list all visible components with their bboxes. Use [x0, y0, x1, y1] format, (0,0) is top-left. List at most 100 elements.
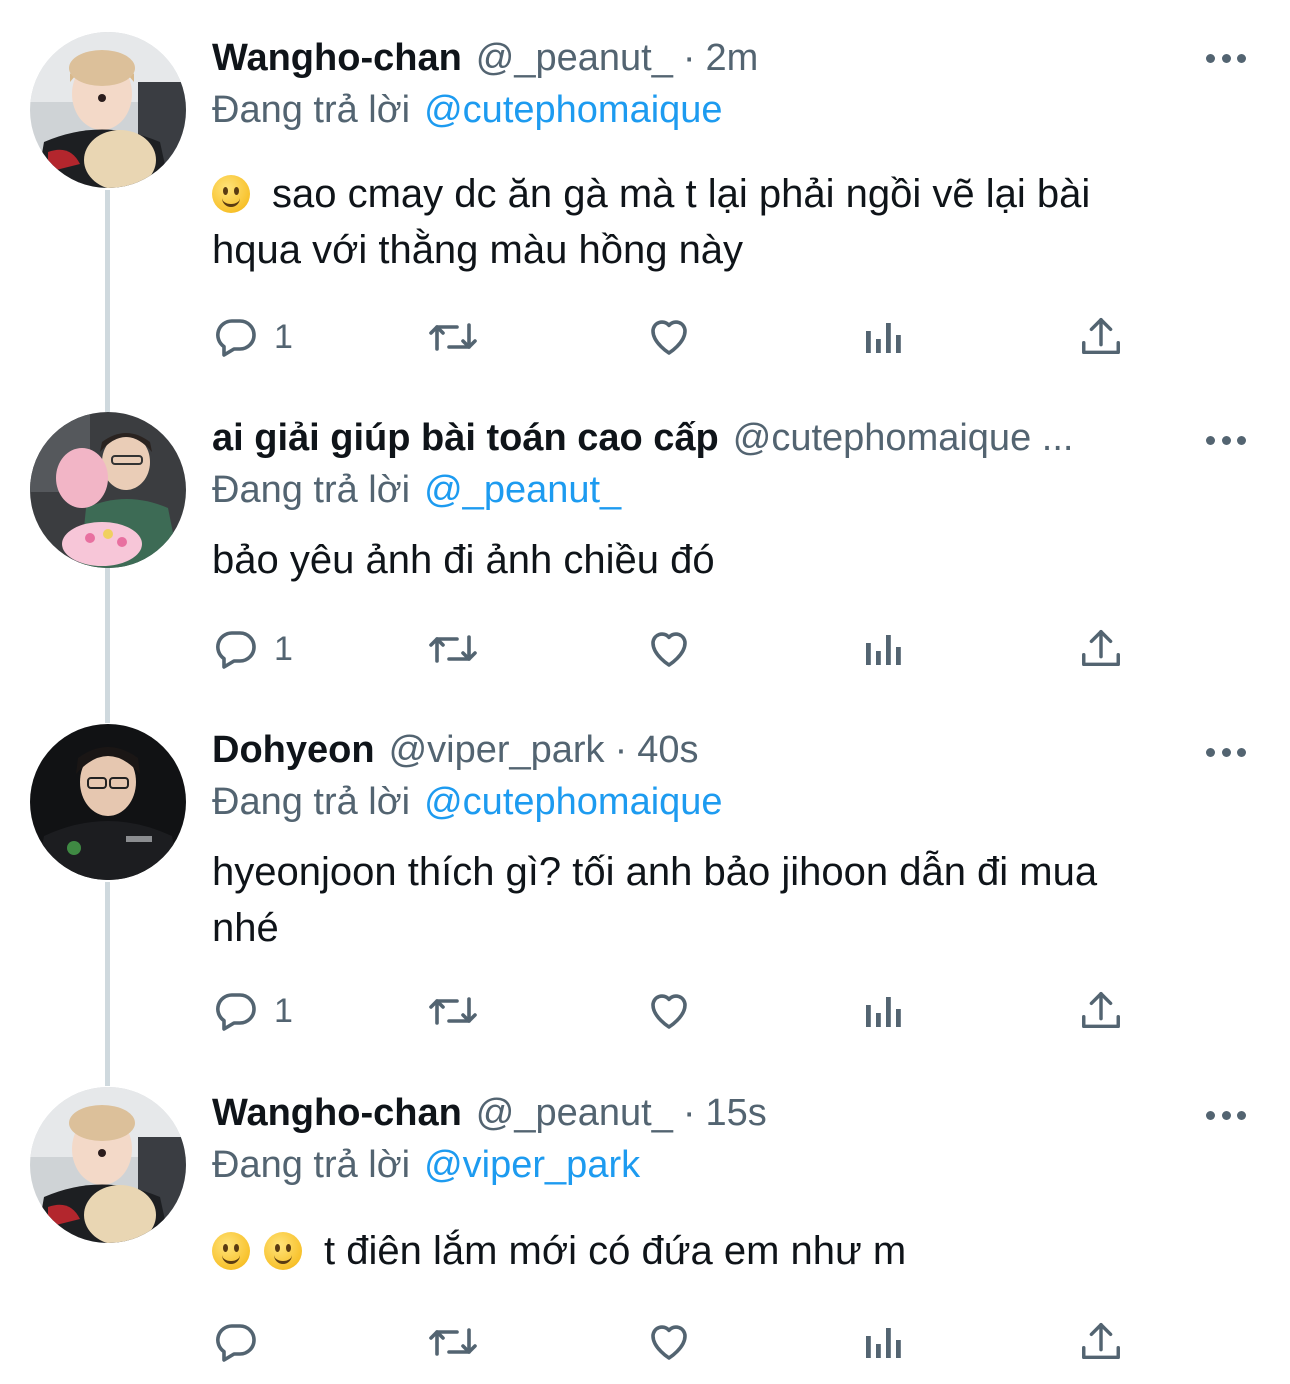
tweet[interactable]: Wangho-chan @_peanut_ · 15s Đang trả lời…	[0, 1065, 1290, 1384]
reply-button[interactable]: 1	[212, 624, 293, 674]
analytics-button[interactable]	[862, 986, 906, 1036]
tweet-header: Wangho-chan @_peanut_ · 15s	[212, 1089, 1242, 1137]
replying-label: Đang trả lời	[212, 1144, 411, 1186]
reply-count: 1	[274, 629, 293, 668]
bar-chart-icon	[866, 1328, 901, 1358]
bar-chart-icon	[866, 997, 901, 1027]
tweet-header: Wangho-chan @_peanut_ · 2m	[212, 34, 1242, 82]
tweet-text: hyeonjoon thích gì? tối anh bảo jihoon d…	[212, 844, 1212, 956]
user-handle[interactable]: @_peanut_	[476, 1089, 673, 1137]
avatar[interactable]	[30, 32, 186, 188]
more-options-icon[interactable]	[1206, 1109, 1246, 1121]
avatar[interactable]	[30, 412, 186, 568]
bar-chart-icon	[866, 635, 901, 665]
reply-button[interactable]	[212, 1317, 274, 1367]
more-options-icon[interactable]	[1206, 434, 1246, 446]
heart-outline-icon	[651, 1325, 687, 1360]
timestamp[interactable]: 40s	[637, 726, 698, 774]
bar-chart-icon	[866, 323, 901, 353]
like-button[interactable]	[644, 1317, 694, 1367]
display-name[interactable]: ai giải giúp bài toán cao cấp	[212, 414, 719, 462]
reply-button[interactable]: 1	[212, 986, 293, 1036]
mention-link[interactable]: @cutephomaique	[424, 781, 722, 823]
retweet-button[interactable]	[426, 986, 480, 1036]
reply-button[interactable]: 1	[212, 312, 293, 362]
share-upload-icon	[1082, 318, 1120, 355]
text-line: bảo yêu ảnh đi ảnh chiều đó	[212, 538, 715, 582]
tweet[interactable]: Wangho-chan @_peanut_ · 2m Đang trả lời @…	[0, 0, 1290, 390]
replying-to: Đang trả lời @viper_park	[212, 1141, 640, 1189]
timestamp[interactable]: 2m	[706, 34, 759, 82]
share-upload-icon	[1082, 992, 1120, 1029]
text-line: t điên lắm mới có đứa em như m	[324, 1229, 907, 1273]
tweet-text: t điên lắm mới có đứa em như m	[212, 1223, 1212, 1279]
replying-label: Đang trả lời	[212, 89, 411, 131]
more-options-icon[interactable]	[1206, 52, 1246, 64]
tweet[interactable]: ai giải giúp bài toán cao cấp @cutephoma…	[0, 390, 1290, 700]
reply-count: 1	[274, 991, 293, 1030]
mention-link[interactable]: @cutephomaique	[424, 89, 722, 131]
action-bar: 1	[212, 624, 1142, 674]
retweet-button[interactable]	[426, 1317, 480, 1367]
speech-bubble-icon	[216, 631, 256, 669]
smiling-face-emoji	[212, 175, 250, 213]
avatar[interactable]	[30, 1087, 186, 1243]
text-line: sao cmay dc ăn gà mà t lại phải ngồi vẽ …	[272, 172, 1091, 216]
like-button[interactable]	[644, 986, 694, 1036]
tweet[interactable]: Dohyeon @viper_park · 40s Đang trả lời @c…	[0, 700, 1290, 1065]
tweet-text: sao cmay dc ăn gà mà t lại phải ngồi vẽ …	[212, 166, 1212, 278]
display-name[interactable]: Dohyeon	[212, 726, 375, 774]
action-bar: 1	[212, 986, 1142, 1036]
replying-to: Đang trả lời @cutephomaique	[212, 86, 723, 134]
retweet-arrows-icon	[429, 997, 477, 1025]
like-button[interactable]	[644, 624, 694, 674]
heart-outline-icon	[651, 994, 687, 1029]
tweet-text: bảo yêu ảnh đi ảnh chiều đó	[212, 532, 1212, 588]
smiling-face-emoji	[264, 1232, 302, 1270]
share-upload-icon	[1082, 1323, 1120, 1360]
share-button[interactable]	[1078, 986, 1124, 1036]
share-button[interactable]	[1078, 312, 1124, 362]
text-line: hqua với thằng màu hồng này	[212, 228, 744, 272]
like-button[interactable]	[644, 312, 694, 362]
retweet-arrows-icon	[429, 323, 477, 351]
user-handle[interactable]: @_peanut_	[476, 34, 673, 82]
retweet-arrows-icon	[429, 1328, 477, 1356]
share-button[interactable]	[1078, 1317, 1124, 1367]
retweet-button[interactable]	[426, 312, 480, 362]
retweet-button[interactable]	[426, 624, 480, 674]
speech-bubble-icon	[216, 319, 256, 357]
user-handle[interactable]: @viper_park	[389, 726, 605, 774]
timestamp[interactable]: 15s	[706, 1089, 767, 1137]
mention-link[interactable]: @_peanut_	[424, 469, 621, 511]
analytics-button[interactable]	[862, 312, 906, 362]
speech-bubble-icon	[216, 1324, 256, 1362]
action-bar	[212, 1317, 1142, 1367]
separator-dot: ·	[682, 1092, 696, 1134]
text-line: hyeonjoon thích gì? tối anh bảo jihoon d…	[212, 850, 1098, 894]
share-upload-icon	[1082, 630, 1120, 667]
share-button[interactable]	[1078, 624, 1124, 674]
user-handle[interactable]: @cutephomaique ...	[733, 414, 1074, 462]
separator-dot: ·	[614, 729, 628, 771]
replying-to: Đang trả lời @_peanut_	[212, 466, 621, 514]
tweet-header: ai giải giúp bài toán cao cấp @cutephoma…	[212, 414, 1242, 462]
analytics-button[interactable]	[862, 624, 906, 674]
speech-bubble-icon	[216, 993, 256, 1031]
text-line: nhé	[212, 906, 279, 950]
reply-count: 1	[274, 317, 293, 356]
smiling-face-emoji	[212, 1232, 250, 1270]
reply-thread: Wangho-chan @_peanut_ · 2m Đang trả lời @…	[0, 0, 1290, 1384]
replying-label: Đang trả lời	[212, 781, 411, 823]
avatar[interactable]	[30, 724, 186, 880]
tweet-header: Dohyeon @viper_park · 40s	[212, 726, 1242, 774]
display-name[interactable]: Wangho-chan	[212, 1089, 462, 1137]
display-name[interactable]: Wangho-chan	[212, 34, 462, 82]
more-options-icon[interactable]	[1206, 746, 1246, 758]
retweet-arrows-icon	[429, 635, 477, 663]
analytics-button[interactable]	[862, 1317, 906, 1367]
replying-to: Đang trả lời @cutephomaique	[212, 778, 723, 826]
separator-dot: ·	[682, 37, 696, 79]
mention-link[interactable]: @viper_park	[424, 1144, 640, 1186]
heart-outline-icon	[651, 320, 687, 355]
